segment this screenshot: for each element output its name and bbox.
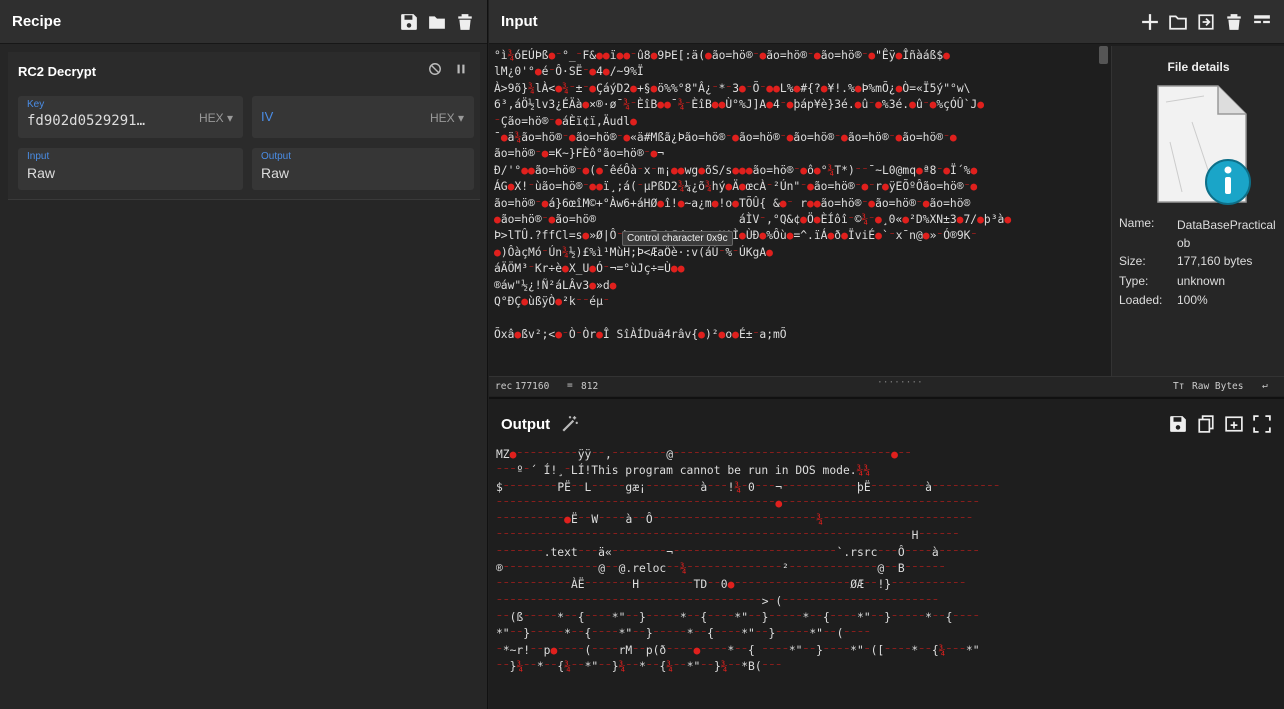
layout-icon[interactable] [1252,12,1272,32]
key-value[interactable]: fd902d0529291… [27,113,145,129]
folder-icon[interactable] [427,12,447,32]
maximise-icon[interactable] [1252,414,1272,434]
input-mode-label: Input [27,151,50,162]
length-icon: rec [495,381,513,392]
raw-bytes-toggle[interactable]: Raw Bytes [1192,381,1243,392]
file-name-row: Name: DataBasePracticalob [1119,216,1281,252]
output-line: $⁻⁻⁻⁻⁻⁻⁻⁻PË⁻⁻L⁻⁻⁻⁻⁻gæ¡⁻⁻⁻⁻⁻⁻⁻⁻à⁻⁻⁻!¾⁻0⁻⁻… [496,480,1001,494]
file-details-panel: File details Name: DataBasePracticalob Si… [1111,46,1284,376]
iv-label: IV [261,109,274,124]
file-name-value: DataBasePracticalob [1177,218,1276,250]
file-loaded-label: Loaded: [1119,293,1163,307]
recipe-title: Recipe [12,13,62,30]
input-title: Input [501,13,538,30]
input-line: lM¿0'°●é⁻Ô·SË⁻●4●/~9%Ï [494,65,644,79]
save-icon[interactable] [399,12,419,32]
input-line: ão=hö®⁻●=K~}FÈô°ão=hö®⁻●¬ [494,147,665,161]
lines-icon: = [567,380,573,391]
input-line: ●)ÔàçMó⁻Ún¾½)£%ì¹MùH;Þ<ÆaÔè·:v(áÚ⁻%⁻ÚKgA… [494,245,773,259]
key-label: Key [27,99,45,110]
file-size-value: 177,160 bytes [1177,254,1253,268]
output-line: ⁻⁻⁻⁻⁻⁻⁻.text⁻⁻⁻ä«⁻⁻⁻⁻⁻⁻⁻⁻¬⁻⁻⁻⁻⁻⁻⁻⁻⁻⁻⁻⁻⁻⁻… [496,545,980,559]
control-character-tooltip: Control character 0x9c [622,231,733,246]
open-file-icon[interactable] [1196,12,1216,32]
file-icon [1157,85,1251,205]
output-textarea[interactable]: MZ●⁻⁻⁻⁻⁻⁻⁻⁻⁻ÿÿ⁻⁻,⁻⁻⁻⁻⁻⁻⁻⁻@⁻⁻⁻⁻⁻⁻⁻⁻⁻⁻⁻⁻⁻⁻… [496,447,1282,709]
file-loaded-row: Loaded: 100% [1119,293,1208,307]
input-status-bar: rec 177160 = 812 ········ Tт Raw Bytes ↵ [489,376,1284,396]
input-mode-value[interactable]: Raw [27,165,55,181]
input-header: Input [489,0,1284,44]
key-format-dropdown[interactable]: HEX ▾ [199,111,233,125]
operation-title: RC2 Decrypt [18,64,97,79]
input-line: áÄÖM³⁻Kr÷è●X_U●Ó⁻¬=°ùJç÷=Ù●● [494,262,685,276]
input-line: 6³,áÖ½lv3¿ÉÄà●×®·ø¯¾⁻ÈîB●●¯¾⁻ÈîB●●Ù°%J]A… [494,98,984,112]
file-size-label: Size: [1119,254,1146,268]
file-type-label: Type: [1119,274,1149,288]
file-type-row: Type: unknown [1119,274,1225,288]
output-mode-field[interactable]: Output Raw [252,148,474,190]
input-line: Q°ÐÇ●ùßÿÒ●²k⁻⁻éµ⁻ [494,295,610,309]
recipe-header: Recipe [0,0,487,44]
output-line: ⁻*~r!⁻⁻p●⁻⁻⁻⁻(⁻⁻⁻⁻rM⁻⁻p(ð⁻⁻⁻⁻●⁻⁻⁻⁻*⁻⁻{ ⁻… [496,643,980,657]
magic-wand-icon[interactable] [560,414,580,434]
input-line: ®áw"½¿!Ñ²áLÂv3●»d● [494,278,617,292]
output-line: ⁻⁻⁻⁻⁻⁻⁻⁻⁻⁻⁻⁻⁻⁻⁻⁻⁻⁻⁻⁻⁻⁻⁻⁻⁻⁻⁻⁻⁻⁻⁻⁻⁻⁻⁻⁻⁻⁻⁻⁻… [496,496,980,510]
output-line: *"⁻⁻}⁻⁻⁻⁻⁻*⁻⁻{⁻⁻⁻⁻*"⁻⁻}⁻⁻⁻⁻⁻*⁻⁻{⁻⁻⁻⁻*"⁻⁻… [496,627,871,641]
rc2-decrypt-operation: RC2 Decrypt Key fd902d0529291… HEX ▾ IV … [8,52,480,200]
input-line: Ð/'°●●ão=hö®⁻●(●¯êéÔà⁻x⁻m¡●●wg●õS/s●●●ão… [494,163,978,177]
input-line: ão=hö®⁻●á}6œîM©+°Àw6+áHØ●î!●~a¿m●!o●TÕÛ{… [494,196,971,210]
input-textarea[interactable]: °ì¾óEÚÞß●⁻°_⁻F&●●ï●●⁻û8●9ÞE[:ä(●ão=hö®⁻●… [494,48,1096,374]
file-name-label: Name: [1119,216,1155,230]
add-input-icon[interactable] [1140,12,1160,32]
output-line: ⁻⁻⁻⁻⁻⁻⁻⁻⁻⁻⁻⁻⁻⁻⁻⁻⁻⁻⁻⁻⁻⁻⁻⁻⁻⁻⁻⁻⁻⁻⁻⁻⁻⁻⁻⁻⁻⁻⁻>… [496,594,939,608]
output-line: ⁻⁻⁻⁻⁻⁻⁻⁻⁻⁻⁻⁻⁻⁻⁻⁻⁻⁻⁻⁻⁻⁻⁻⁻⁻⁻⁻⁻⁻⁻⁻⁻⁻⁻⁻⁻⁻⁻⁻⁻… [496,529,960,543]
output-title: Output [501,415,551,433]
input-lines: 812 [581,381,599,392]
output-line: ⁻⁻}¾⁻⁻*⁻⁻{¾⁻⁻*"⁻⁻}¾⁻⁻*⁻⁻{¾⁻⁻*"⁻⁻}¾⁻⁻*B(⁻… [496,659,783,673]
file-details-title: File details [1167,60,1230,74]
input-line: ¯●ä¾ão=hö®⁻●ão=hö®⁻●«ä#Mßã¿Þão=hö®⁻●ão=h… [494,131,957,145]
input-line: Õxâ●ßv²;<●⁻Ò⁻Òr●Î SîÀÍDuä4râv{●)²●o●É±⁻a… [494,327,787,341]
input-line: °ì¾óEÚÞß●⁻°_⁻F&●●ï●●⁻û8●9ÞE[:ä(●ão=hö®⁻●… [494,49,950,62]
input-line: ⁻Ção=hö®⁻●áÈï¢ï,Äudl● [494,114,637,128]
file-size-row: Size: 177,160 bytes [1119,254,1252,268]
eol-icon[interactable]: ↵ [1262,380,1268,391]
copy-output-icon[interactable] [1196,414,1216,434]
clear-input-trash-icon[interactable] [1224,12,1244,32]
trash-icon[interactable] [455,12,475,32]
input-line: ●ão=hö®⁻●ão=hö® áÌV⁻,°Q&¢●Ö●ÈÍôî⁻©¾⁻●¸0«… [494,213,1012,227]
output-mode-label: Output [261,151,292,162]
text-size-icon[interactable]: Tт [1173,381,1184,392]
output-line: ®⁻⁻⁻⁻⁻⁻⁻⁻⁻⁻⁻⁻⁻⁻@⁻⁻@.reloc⁻⁻¾⁻⁻⁻⁻⁻⁻⁻⁻⁻⁻⁻⁻… [496,562,946,576]
output-line: MZ●⁻⁻⁻⁻⁻⁻⁻⁻⁻ÿÿ⁻⁻,⁻⁻⁻⁻⁻⁻⁻⁻@⁻⁻⁻⁻⁻⁻⁻⁻⁻⁻⁻⁻⁻⁻… [496,448,912,461]
input-mode-field[interactable]: Input Raw [18,148,243,190]
recipe-panel: Recipe RC2 Decrypt Key fd902d0529291… HE… [0,0,488,709]
pause-icon[interactable] [455,62,467,79]
output-header: Output [489,399,1284,449]
output-line: ⁻⁻⁻º⁻´ Í!¸⁻LÍ!This program cannot be run… [496,464,871,478]
iv-field[interactable]: IV HEX ▾ [252,96,474,138]
resize-handle[interactable]: ········ [877,377,923,388]
input-line: À>9õ}¾lÀ<●¾⁻±⁻●ÇáýD2●+§●ö%%°8"Â¿⁻*⁻3●⁻Õ⁻… [494,81,971,95]
key-field[interactable]: Key fd902d0529291… HEX ▾ [18,96,243,138]
input-line: Þ>lTÛ.?ffCl=s●»Ø|Ô⁻þ⁻●●7⁻L¶d●●i¿⁻UAÌ●ÙÐ●… [494,229,978,243]
disable-icon[interactable] [428,62,442,79]
output-line: ⁻⁻⁻⁻⁻⁻⁻⁻⁻⁻●Ë⁻⁻W⁻⁻⁻⁻à⁻⁻Ô⁻⁻⁻⁻⁻⁻⁻⁻⁻⁻⁻⁻⁻⁻⁻⁻⁻… [496,513,973,527]
output-mode-value[interactable]: Raw [261,165,289,181]
input-length: 177160 [515,381,550,392]
save-output-icon[interactable] [1168,414,1188,434]
open-folder-icon[interactable] [1168,12,1188,32]
input-line: ÁG●X!⁻ùão=hö®⁻●●ï¸;á(⁻µPßD2¾¼¿õ¾hý●Ä●œcÀ… [494,180,978,194]
replace-input-icon[interactable] [1224,414,1244,434]
input-line [494,311,1096,327]
file-loaded-value: 100% [1177,293,1208,307]
file-type-value: unknown [1177,274,1226,288]
output-line: ⁻⁻(ß⁻⁻⁻⁻⁻*⁻⁻{⁻⁻⁻⁻*"⁻⁻}⁻⁻⁻⁻⁻*⁻⁻{⁻⁻⁻⁻*"⁻⁻}… [496,610,980,624]
output-line: ⁻⁻⁻⁻⁻⁻⁻⁻⁻⁻⁻ÀË⁻⁻⁻⁻⁻⁻⁻H⁻⁻⁻⁻⁻⁻⁻⁻TD⁻⁻0●⁻⁻⁻⁻⁻… [496,578,966,592]
iv-format-dropdown[interactable]: HEX ▾ [430,111,464,125]
input-scrollbar[interactable] [1099,46,1108,64]
